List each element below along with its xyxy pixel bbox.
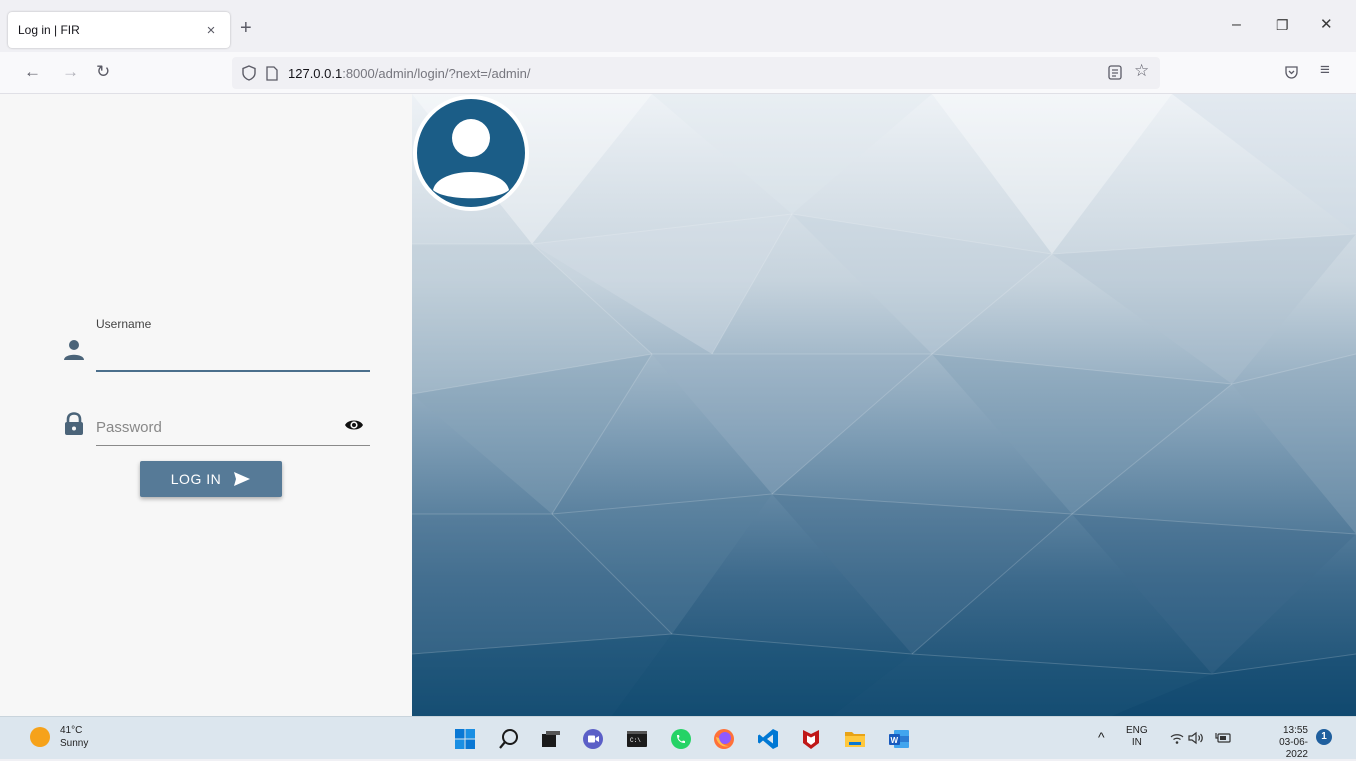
sun-icon (30, 727, 50, 747)
terminal-icon[interactable]: C:\ (626, 728, 648, 750)
navigation-bar: ← → ↻ 127.0.0.1:8000/admin/login/?next=/… (0, 52, 1356, 94)
login-panel: Username LOG IN (0, 94, 412, 716)
login-button-label: LOG IN (170, 471, 222, 487)
whatsapp-icon[interactable] (670, 728, 692, 750)
tab-login[interactable]: Log in | FIR × (8, 12, 230, 48)
windows-start-icon[interactable] (454, 728, 476, 750)
user-icon (64, 340, 84, 360)
chat-icon[interactable] (582, 728, 604, 750)
eye-icon[interactable] (344, 418, 364, 432)
weather-condition: Sunny (60, 738, 89, 749)
taskbar: 41°C Sunny C:\ W ^ ENG IN 13:55 03-06-20… (0, 716, 1356, 761)
shield-icon[interactable] (242, 65, 256, 81)
close-window-button[interactable]: ✕ (1320, 16, 1333, 34)
menu-hamburger-icon[interactable]: ≡ (1320, 60, 1330, 80)
new-tab-button[interactable]: + (240, 18, 252, 38)
region: IN (1131, 737, 1142, 748)
weather-widget[interactable]: 41°C Sunny (30, 724, 88, 750)
decorative-background (412, 94, 1356, 716)
bookmark-star-icon[interactable]: ☆ (1134, 61, 1149, 81)
language-indicator[interactable]: ENG IN (1126, 725, 1148, 749)
password-input[interactable] (96, 410, 370, 446)
address-bar[interactable]: 127.0.0.1:8000/admin/login/?next=/admin/ (232, 57, 1160, 89)
mcafee-icon[interactable] (800, 728, 822, 750)
username-input[interactable] (96, 334, 370, 372)
minimize-button[interactable]: – (1232, 16, 1241, 34)
restore-button[interactable]: ❐ (1276, 16, 1289, 34)
task-view-icon[interactable] (540, 728, 562, 750)
date: 03-06-2022 (1279, 737, 1308, 760)
svg-text:C:\: C:\ (630, 737, 641, 744)
battery-icon[interactable] (1214, 732, 1232, 744)
tab-close-icon[interactable]: × (202, 22, 220, 39)
lock-icon (65, 412, 83, 435)
time: 13:55 (1282, 725, 1308, 736)
search-icon[interactable] (498, 728, 520, 750)
page-content: Username LOG IN (0, 94, 1356, 716)
avatar-icon (413, 95, 529, 211)
tab-title: Log in | FIR (18, 23, 80, 37)
page-icon[interactable] (266, 65, 278, 81)
file-explorer-icon[interactable] (844, 728, 866, 750)
firefox-icon[interactable] (713, 728, 735, 750)
volume-icon[interactable] (1188, 731, 1204, 745)
show-hidden-icons-chevron[interactable]: ^ (1098, 730, 1105, 744)
url-host: 127.0.0.1 (288, 65, 343, 81)
back-arrow-icon[interactable]: ← (24, 62, 41, 82)
forward-arrow-icon[interactable]: → (62, 62, 79, 82)
temperature: 41°C (60, 725, 83, 736)
send-arrow-icon (234, 472, 251, 486)
wifi-icon[interactable] (1170, 733, 1184, 745)
word-icon[interactable]: W (888, 728, 910, 750)
notification-badge[interactable]: 1 (1316, 729, 1332, 745)
login-button[interactable]: LOG IN (140, 461, 282, 497)
url-path: :8000/admin/login/?next=/admin/ (342, 65, 531, 81)
polygon-background (412, 94, 1356, 716)
username-label: Username (96, 317, 152, 331)
language: ENG (1126, 725, 1148, 736)
pocket-icon[interactable] (1284, 65, 1299, 80)
clock[interactable]: 13:55 03-06-2022 (1258, 725, 1308, 761)
svg-text:W: W (891, 736, 899, 745)
vscode-icon[interactable] (757, 728, 779, 750)
reload-icon[interactable]: ↻ (96, 62, 110, 82)
tab-bar: Log in | FIR × + – ❐ ✕ (0, 0, 1356, 52)
reader-view-icon[interactable] (1108, 65, 1122, 80)
